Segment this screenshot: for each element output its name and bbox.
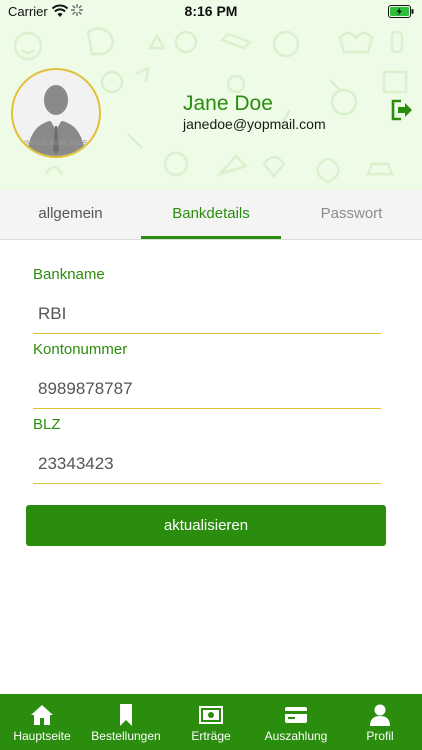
nav-item-orders[interactable]: Bestellungen (84, 694, 168, 750)
nav-item-payout[interactable]: Auszahlung (254, 694, 338, 750)
blz-label: BLZ (33, 416, 61, 433)
logout-icon[interactable] (390, 98, 414, 122)
money-icon (199, 706, 223, 724)
nav-label-profile: Profil (366, 729, 394, 743)
selected-tab-indicator (141, 236, 281, 239)
bank-name-input[interactable] (33, 294, 381, 334)
user-email: janedoe@yopmail.com (183, 116, 326, 132)
person-icon (370, 704, 390, 726)
profile-header: IMAGE AVAILABLE Jane Doe janedoe@yopmail… (0, 24, 422, 190)
nav-item-earnings[interactable]: Erträge (168, 694, 254, 750)
clock: 8:16 PM (184, 3, 238, 19)
status-bar: Carrier 8:16 PM (0, 0, 422, 24)
nav-item-profile[interactable]: Profil (338, 694, 422, 750)
blz-input[interactable] (33, 444, 381, 484)
update-button[interactable]: aktualisieren (26, 505, 386, 546)
nav-label-home: Hauptseite (13, 729, 71, 743)
account-number-input[interactable] (33, 369, 381, 409)
home-icon (31, 705, 53, 725)
avatar[interactable]: IMAGE AVAILABLE (11, 68, 101, 158)
nav-item-home[interactable]: Hauptseite (0, 694, 84, 750)
nav-label-earnings: Erträge (191, 729, 231, 743)
card-icon (285, 707, 307, 723)
account-number-label: Kontonummer (33, 341, 128, 358)
nav-label-payout: Auszahlung (264, 729, 328, 743)
avatar-caption: IMAGE AVAILABLE (24, 140, 88, 147)
bookmark-icon (120, 704, 132, 726)
tab-password[interactable]: Passwort (281, 190, 422, 240)
user-name: Jane Doe (183, 92, 273, 115)
tab-general[interactable]: allgemein (0, 190, 141, 240)
tab-bank-details[interactable]: Bankdetails (141, 190, 281, 240)
bottom-nav: Hauptseite Bestellungen Erträge Auszahlu… (0, 694, 422, 750)
nav-label-orders: Bestellungen (91, 729, 161, 743)
bank-name-label: Bankname (33, 266, 105, 283)
profile-tabs: allgemein Bankdetails Passwort (0, 190, 422, 240)
battery-charging-icon (388, 5, 414, 18)
